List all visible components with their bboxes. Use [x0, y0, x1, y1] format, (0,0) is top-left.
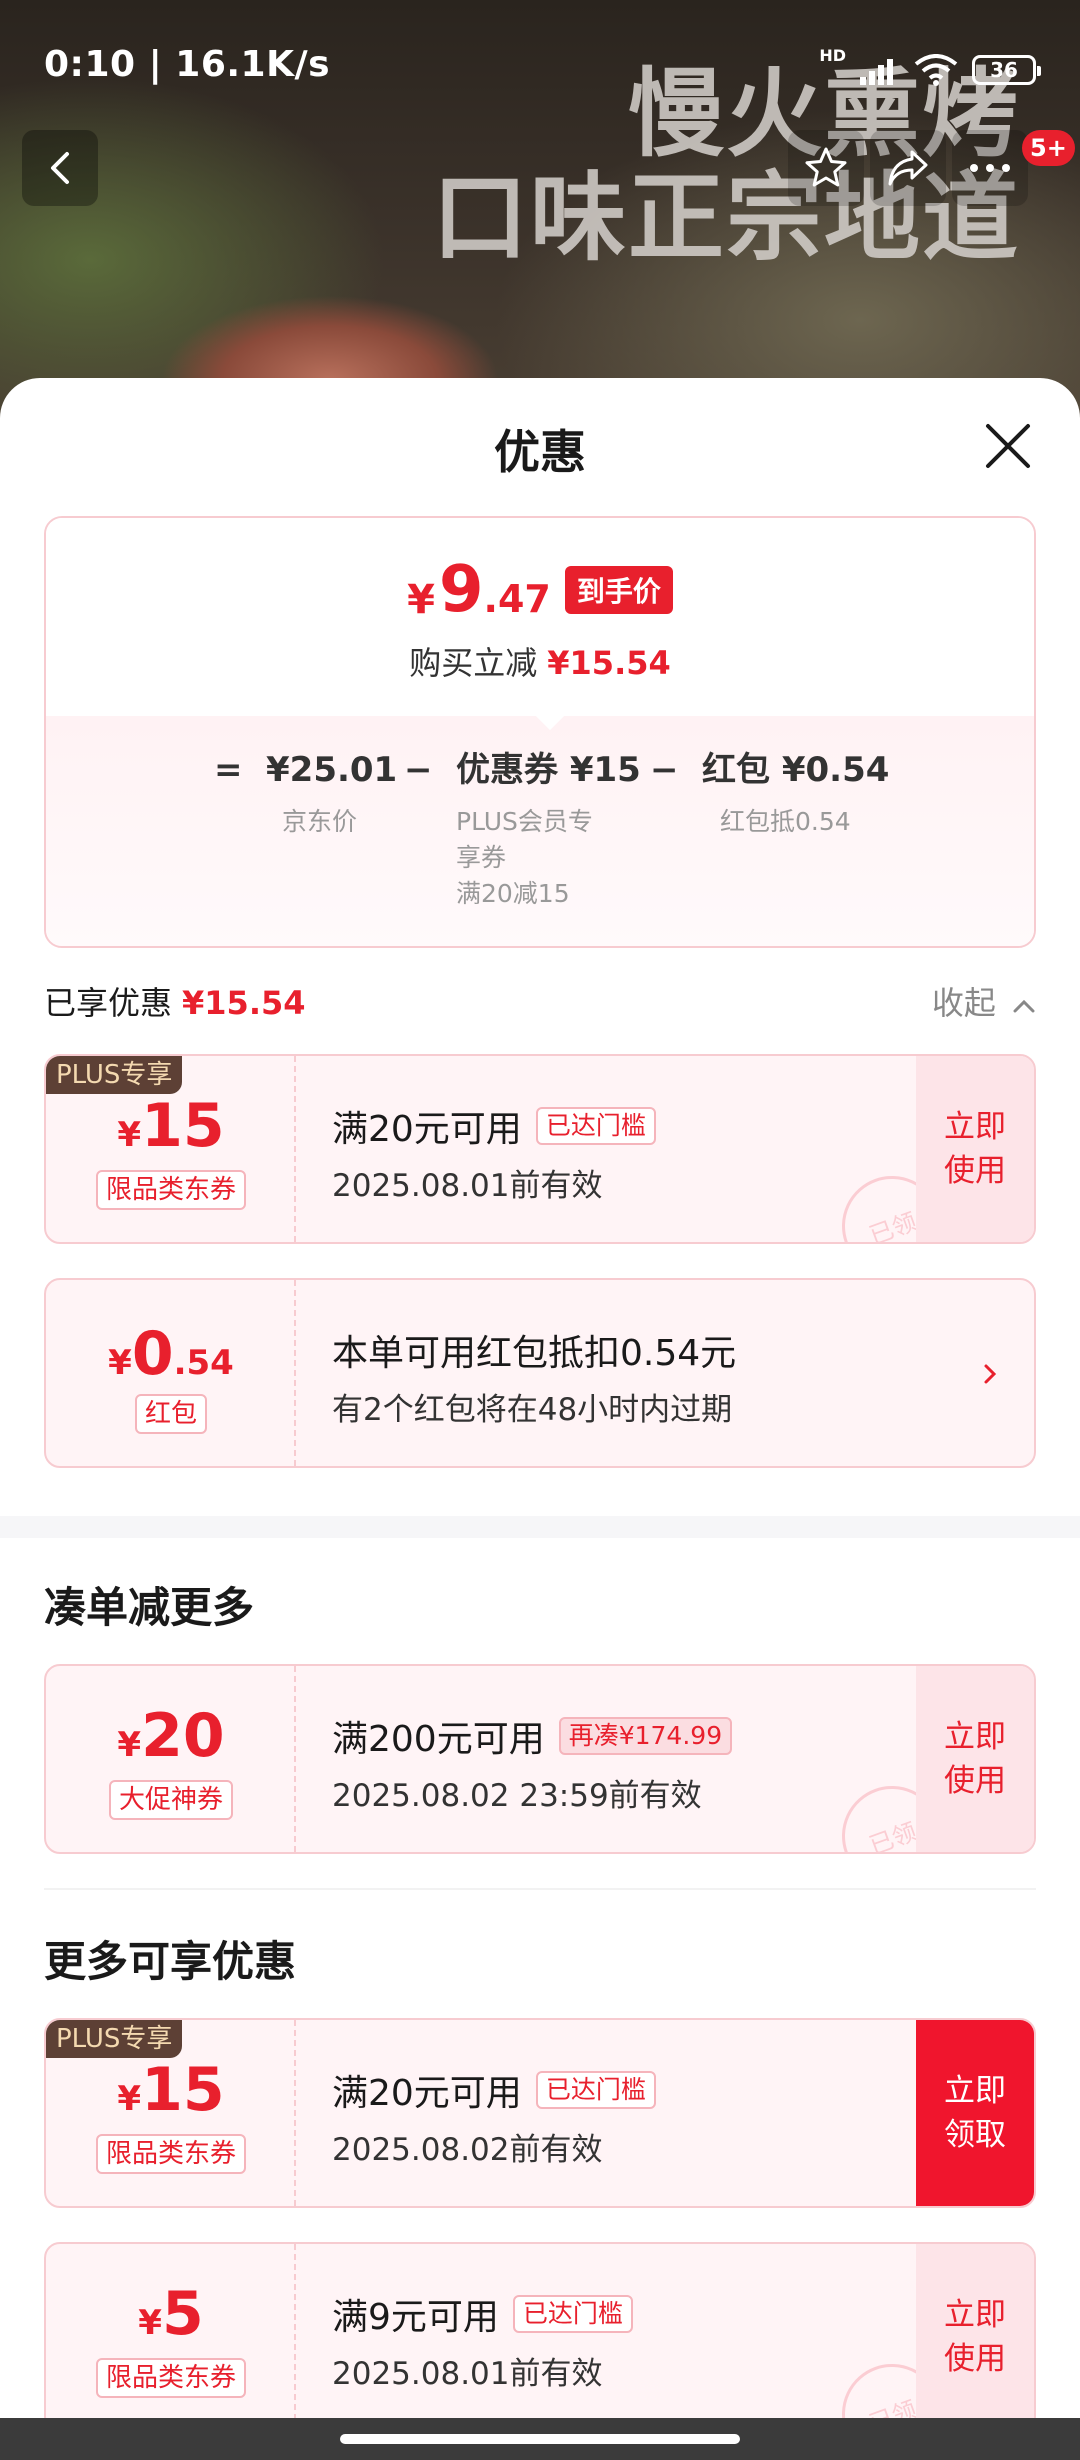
final-price-tag: 到手价: [564, 566, 673, 614]
coupon-validity: 2025.08.01前有效: [332, 1168, 603, 1204]
formula-minus-2: −: [650, 750, 679, 790]
enjoyed-value: ¥15.54: [182, 984, 306, 1022]
coupon-validity: 2025.08.01前有效: [332, 2356, 603, 2392]
coupon-label: PLUS会员专 享券 满20减15: [456, 807, 593, 908]
coupon-card: PLUS专享 ¥15 限品类东券 满20元可用 已达门槛 2025.08.02前…: [44, 2018, 1036, 2208]
more-button[interactable]: [952, 130, 1028, 206]
plus-exclusive-tag: PLUS专享: [46, 1056, 183, 1094]
battery-icon: 36: [972, 55, 1041, 85]
share-button[interactable]: [870, 130, 946, 206]
chevron-left-icon: [51, 152, 69, 184]
network-speed: 16.1K/s: [175, 44, 331, 85]
red-packet-condition: 本单可用红包抵扣0.54元: [332, 1333, 737, 1374]
back-button[interactable]: [22, 130, 98, 206]
battery-level: 36: [990, 58, 1018, 82]
formula-coupon: 优惠券 ¥15: [456, 750, 641, 790]
coupon-amount: ¥15: [117, 1091, 225, 1161]
use-now-button[interactable]: 立即使用: [916, 1056, 1034, 1242]
final-price-row: ¥ 9 .47 到手价: [46, 558, 1034, 622]
formula-minus-1: −: [404, 750, 433, 790]
red-packet-kind: 红包: [134, 1394, 207, 1434]
add-more-status: 再凑¥174.99: [558, 1717, 733, 1755]
price-summary-card: ¥ 9 .47 到手价 购买立减 ¥15.54 = ¥25.01 − 优惠券 ¥1…: [44, 516, 1036, 948]
more-dots-icon: [970, 164, 1010, 172]
status-icons: HD 36: [819, 46, 1041, 90]
section-title-more-reduce: 凑单减更多: [44, 1583, 255, 1632]
wifi-icon: [914, 54, 958, 86]
price-formula: = ¥25.01 − 优惠券 ¥15 − 红包 ¥0.54: [46, 750, 1034, 790]
coupon-amount: ¥5: [138, 2279, 204, 2349]
section-divider: [0, 1516, 1080, 1538]
divider: [44, 1888, 1036, 1890]
share-icon: [888, 150, 928, 186]
collapse-button[interactable]: 收起: [932, 978, 1036, 1024]
clock: 0:10: [44, 44, 136, 85]
favorite-button[interactable]: [788, 130, 864, 206]
collapse-label: 收起: [931, 984, 996, 1022]
red-packet-amount: ¥0.54: [108, 1319, 234, 1389]
coupon-validity: 2025.08.02前有效: [332, 2132, 603, 2168]
coupon-condition: 满200元可用: [332, 1719, 545, 1760]
threshold-status: 已达门槛: [535, 1107, 656, 1145]
coupon-card: PLUS专享 ¥15 限品类东券 满20元可用 已达门槛 2025.08.01前…: [44, 1054, 1036, 1244]
coupon-condition: 满9元可用: [332, 2297, 499, 2338]
use-now-button[interactable]: 立即使用: [916, 1666, 1034, 1852]
jd-price-label: 京东价: [282, 807, 358, 836]
threshold-status: 已达门槛: [512, 2295, 633, 2333]
coupon-amount: ¥20: [117, 1701, 225, 1771]
chevron-right-icon: [984, 1364, 997, 1384]
status-time: 0:10 | 16.1K/s: [44, 44, 331, 85]
saving-value: ¥15.54: [547, 644, 671, 682]
coupon-kind: 大促神券: [108, 1780, 233, 1820]
coupon-condition: 满20元可用: [332, 2073, 522, 2114]
notification-badge: 5+: [1022, 130, 1075, 166]
section-title-more-offers: 更多可享优惠: [44, 1937, 297, 1986]
chevron-up-icon: [1013, 999, 1035, 1013]
signal-icon: [860, 59, 893, 85]
coupon-kind: 限品类东券: [95, 2134, 246, 2174]
saving-line: 购买立减 ¥15.54: [46, 638, 1034, 684]
coupon-amount: ¥15: [117, 2055, 225, 2125]
red-packet-label: 红包抵0.54: [720, 807, 851, 836]
coupon-kind: 限品类东券: [95, 1170, 246, 1210]
enjoyed-discount: 已享优惠 ¥15.54: [44, 978, 306, 1024]
discount-sheet: 优惠 ¥ 9 .47 到手价 购买立减 ¥15.54 = ¥25.01 − 优惠券…: [0, 378, 1080, 2418]
formula-equals: =: [214, 750, 243, 790]
plus-exclusive-tag: PLUS专享: [46, 2020, 183, 2058]
claim-now-button[interactable]: 立即领取: [916, 2020, 1034, 2206]
coupon-kind: 限品类东券: [95, 2358, 246, 2398]
enjoyed-label: 已享优惠: [44, 984, 173, 1022]
close-icon[interactable]: [980, 418, 1036, 474]
hd-label: HD: [819, 46, 846, 65]
coupon-card: ¥20 大促神券 满200元可用 再凑¥174.99 2025.08.02 23…: [44, 1664, 1036, 1854]
product-hero-image: 慢火熏烤 口味正宗地道 0:10 | 16.1K/s HD 36 5+: [0, 0, 1080, 420]
final-price: ¥ 9 .47: [407, 553, 551, 627]
status-bar: 0:10 | 16.1K/s HD 36: [0, 0, 1080, 130]
red-packet-card[interactable]: ¥0.54 红包 本单可用红包抵扣0.54元 有2个红包将在48小时内过期: [44, 1278, 1036, 1468]
coupon-condition: 满20元可用: [332, 1109, 522, 1150]
sheet-title: 优惠: [494, 425, 586, 479]
formula-red-packet: 红包 ¥0.54: [702, 750, 890, 790]
coupon-card: ¥5 限品类东券 满9元可用 已达门槛 2025.08.01前有效 已领 立即使…: [44, 2242, 1036, 2418]
home-indicator[interactable]: [340, 2434, 740, 2444]
threshold-status: 已达门槛: [535, 2071, 656, 2109]
coupon-validity: 2025.08.02 23:59前有效: [332, 1778, 702, 1814]
formula-jd-price: ¥25.01: [266, 750, 398, 790]
red-packet-expiry: 有2个红包将在48小时内过期: [332, 1392, 733, 1428]
use-now-button[interactable]: 立即使用: [916, 2244, 1034, 2418]
saving-label: 购买立减: [409, 644, 538, 682]
star-icon: [805, 147, 847, 187]
